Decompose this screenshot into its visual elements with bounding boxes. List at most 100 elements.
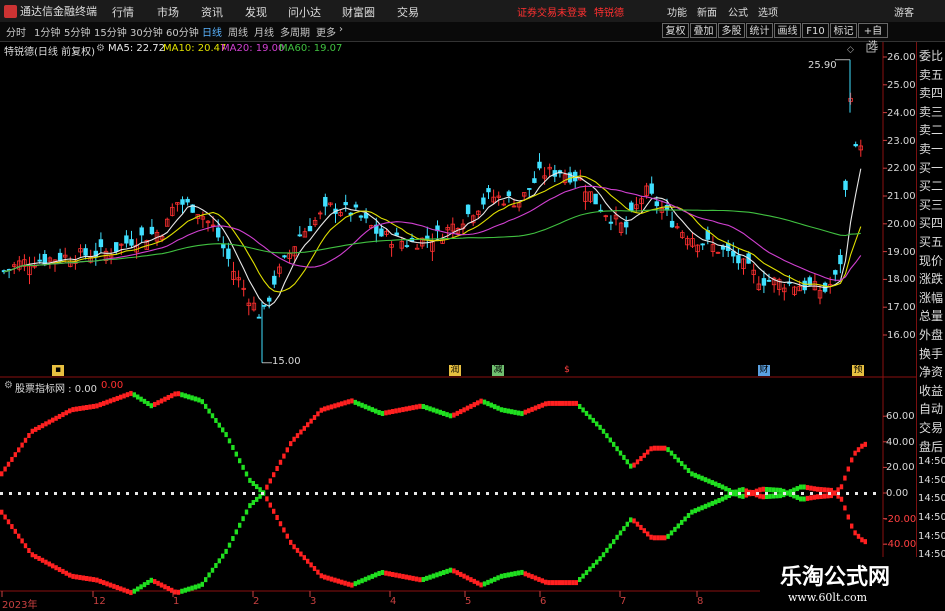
side-panel-item[interactable]: 14:50 xyxy=(918,456,945,467)
side-panel-item[interactable]: 自动 xyxy=(919,400,943,417)
indicator-upper-segment xyxy=(272,472,276,478)
side-panel-item[interactable]: 卖四 xyxy=(919,84,943,101)
indicator-upper-segment xyxy=(448,413,453,419)
candle-body xyxy=(404,245,410,247)
side-panel-item[interactable]: 现价 xyxy=(919,252,943,269)
maximize-icon[interactable] xyxy=(866,43,876,53)
indicator-lower-segment xyxy=(119,586,123,592)
side-panel-item[interactable]: 卖二 xyxy=(919,121,943,138)
zero-line-dot xyxy=(468,492,471,495)
candle-body xyxy=(481,197,486,205)
indicator-upper-segment xyxy=(30,428,34,434)
event-marker[interactable]: 减 xyxy=(492,365,504,376)
side-panel-item[interactable]: 收益 xyxy=(919,382,943,399)
indicator-lower-segment xyxy=(584,570,589,576)
event-marker[interactable]: $ xyxy=(561,365,573,376)
side-panel-item[interactable]: 盘后 xyxy=(919,438,943,455)
indicator-settings-icon[interactable]: ⚙ xyxy=(4,380,13,391)
indicator-upper-segment xyxy=(238,458,242,464)
zero-line-dot xyxy=(432,492,435,495)
indicator-upper-segment xyxy=(119,394,123,400)
indicator-upper-segment xyxy=(54,415,58,421)
zero-line-dot xyxy=(477,492,480,495)
indicator-upper-segment xyxy=(513,409,517,415)
indicator-upper-segment xyxy=(57,413,62,419)
event-marker[interactable]: 预 xyxy=(852,365,864,376)
indicator-lower-segment xyxy=(265,496,269,502)
indicator-lower-segment xyxy=(537,576,541,582)
indicator-lower-segment xyxy=(108,582,113,588)
event-marker-square[interactable]: ▪ xyxy=(52,365,64,376)
side-panel-item[interactable]: 14:50 xyxy=(918,512,945,523)
side-panel-item[interactable]: 交易 xyxy=(919,419,943,436)
indicator-lower-segment xyxy=(408,575,412,581)
indicator-upper-segment xyxy=(805,485,810,491)
indicator-upper-segment xyxy=(88,404,92,410)
indicator-lower-segment xyxy=(295,547,300,553)
candle-body xyxy=(114,242,119,252)
indicator-upper-segment xyxy=(231,444,235,450)
zero-line-dot xyxy=(864,492,867,495)
side-panel-item[interactable]: 买三 xyxy=(919,196,943,213)
indicator-lower-segment xyxy=(452,568,456,574)
candlestick-chart[interactable]: ◇ xyxy=(0,0,945,609)
x-tick: 4 xyxy=(390,596,397,607)
indicator-lower-segment xyxy=(68,572,72,578)
indicator-lower-segment xyxy=(652,535,657,541)
side-panel-item[interactable]: 买五 xyxy=(919,233,943,250)
indicator-upper-segment xyxy=(180,392,184,398)
zero-line-dot xyxy=(549,492,552,495)
candle-body xyxy=(149,226,155,235)
indicator-upper-segment xyxy=(142,398,147,404)
side-panel-item[interactable]: 14:50 xyxy=(918,493,945,504)
indicator-lower-segment xyxy=(445,568,449,574)
side-panel-item[interactable]: 总量 xyxy=(919,307,943,324)
candle-body xyxy=(624,221,629,228)
indicator-upper-segment xyxy=(404,406,408,412)
indicator-lower-segment xyxy=(703,503,708,509)
indicator-lower-segment xyxy=(574,580,578,586)
indicator-upper-segment xyxy=(809,485,813,491)
indicator-upper-segment xyxy=(227,438,232,444)
side-panel-item[interactable]: 外盘 xyxy=(919,326,943,343)
candle-body xyxy=(853,144,858,147)
side-panel-item[interactable]: 卖一 xyxy=(919,140,943,157)
candle-body xyxy=(843,180,848,190)
diamond-icon[interactable]: ◇ xyxy=(847,45,854,55)
indicator-lower-segment xyxy=(853,530,857,536)
indicator-upper-segment xyxy=(299,429,303,435)
side-panel-item[interactable]: 买四 xyxy=(919,214,943,231)
zero-line-dot xyxy=(378,492,381,495)
indicator-upper-segment xyxy=(428,406,432,412)
side-panel-item[interactable]: 净资 xyxy=(919,363,943,380)
side-panel-item[interactable]: 委比 xyxy=(919,47,943,64)
side-panel-item[interactable]: 买二 xyxy=(919,177,943,194)
indicator-upper-segment xyxy=(6,461,11,467)
side-panel-item[interactable]: 涨跌 xyxy=(919,270,943,287)
side-panel-item[interactable]: 换手 xyxy=(919,345,943,362)
indicator-upper-segment xyxy=(183,393,187,399)
event-marker[interactable]: 润 xyxy=(449,365,461,376)
side-panel-item[interactable]: 14:50 xyxy=(918,531,945,542)
side-panel-item[interactable]: 卖五 xyxy=(919,66,943,83)
zero-line-dot xyxy=(27,492,30,495)
indicator-lower-segment xyxy=(47,561,51,567)
zero-line-dot xyxy=(783,492,786,495)
indicator-upper-segment xyxy=(173,391,177,397)
zero-line-dot xyxy=(765,492,768,495)
side-panel-item[interactable]: 买一 xyxy=(919,159,943,176)
indicator-upper-segment xyxy=(397,407,402,413)
indicator-lower-segment xyxy=(122,587,126,593)
indicator-upper-segment xyxy=(363,404,368,410)
side-panel-item[interactable]: 涨幅 xyxy=(919,289,943,306)
indicator-lower-segment xyxy=(673,526,677,532)
side-panel-item[interactable]: 卖三 xyxy=(919,103,943,120)
price-tick: 26.00 xyxy=(887,52,916,63)
indicator-lower-segment xyxy=(520,569,524,575)
indicator-upper-segment xyxy=(387,409,391,415)
side-panel-item[interactable]: 14:50 xyxy=(918,475,945,486)
indicator-upper-segment xyxy=(452,412,456,418)
zero-line-dot xyxy=(594,492,597,495)
event-marker[interactable]: 财 xyxy=(758,365,770,376)
zero-line-dot xyxy=(18,492,21,495)
